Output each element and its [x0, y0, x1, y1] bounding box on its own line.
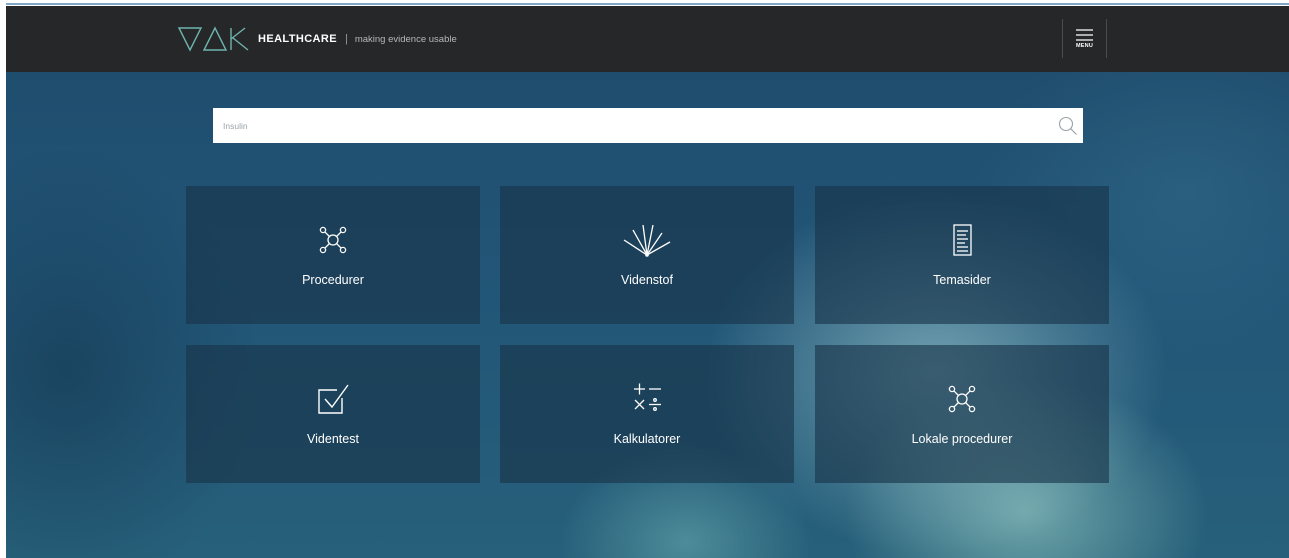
tile-label: Temasider — [933, 273, 991, 287]
tile-label: Videntest — [307, 432, 359, 446]
brand-separator: | — [344, 33, 348, 45]
light-rays-icon — [623, 224, 671, 257]
search-input[interactable] — [213, 108, 1043, 143]
browser-viewport: HEALTHCARE | making evidence usable MENU — [0, 0, 1289, 558]
top-accent-line — [6, 3, 1289, 5]
tile-lokale-procedurer[interactable]: Lokale procedurer — [815, 345, 1109, 483]
tile-videnstof[interactable]: Videnstof — [500, 186, 794, 324]
math-operators-icon — [634, 383, 661, 411]
tile-videntest[interactable]: Videntest — [186, 345, 480, 483]
hero-section: Procedurer — [6, 72, 1289, 558]
search-icon[interactable] — [1058, 116, 1078, 136]
search-bar — [213, 108, 1083, 143]
app-root: HEALTHCARE | making evidence usable MENU — [6, 6, 1289, 558]
hamburger-menu-icon — [1076, 29, 1093, 41]
document-icon — [953, 224, 972, 256]
network-nodes-icon — [319, 226, 347, 254]
site-header: HEALTHCARE | making evidence usable MENU — [6, 6, 1289, 72]
checkbox-check-icon — [318, 384, 349, 414]
logo-link[interactable]: HEALTHCARE | making evidence usable — [178, 25, 457, 53]
menu-label: MENU — [1076, 43, 1093, 49]
tile-label: Lokale procedurer — [911, 432, 1013, 446]
tile-label: Videnstof — [621, 273, 673, 287]
tile-label: Procedurer — [302, 273, 364, 287]
tile-temasider[interactable]: Temasider — [815, 186, 1109, 324]
network-nodes-icon — [948, 385, 976, 413]
tile-procedurer[interactable]: Procedurer — [186, 186, 480, 324]
tile-kalkulatorer[interactable]: Kalkulatorer — [500, 345, 794, 483]
brand-name: HEALTHCARE — [258, 33, 337, 45]
tile-label: Kalkulatorer — [613, 432, 681, 446]
vak-logo-icon — [178, 26, 249, 52]
brand-tagline: making evidence usable — [354, 33, 457, 45]
menu-button[interactable]: MENU — [1062, 19, 1107, 58]
